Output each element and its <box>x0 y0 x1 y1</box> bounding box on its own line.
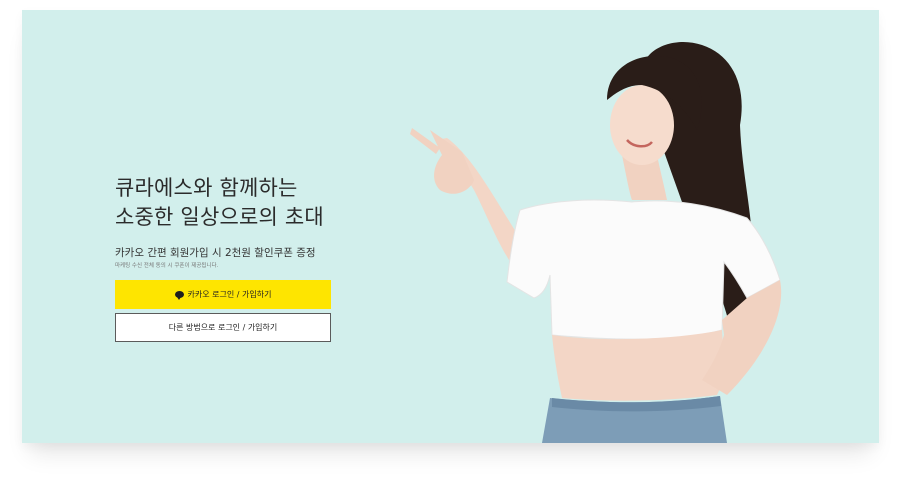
other-login-label: 다른 방법으로 로그인 / 가입하기 <box>168 323 278 332</box>
kakao-login-label: 카카오 로그인 / 가입하기 <box>187 290 272 299</box>
promo-note: 마케팅 수신 전체 동의 시 쿠폰이 제공됩니다. <box>115 263 219 269</box>
promo-text: 카카오 간편 회원가입 시 2천원 할인쿠폰 증정 <box>115 247 316 259</box>
face <box>610 85 674 165</box>
model-photo <box>410 42 782 443</box>
kakao-login-button[interactable]: 카카오 로그인 / 가입하기 <box>115 280 331 309</box>
speech-bubble-icon <box>174 291 184 300</box>
hero-banner: 큐라에스와 함께하는 소중한 일상으로의 초대 카카오 간편 회원가입 시 2천… <box>22 10 879 443</box>
other-login-button[interactable]: 다른 방법으로 로그인 / 가입하기 <box>115 313 331 342</box>
midriff <box>552 330 724 401</box>
